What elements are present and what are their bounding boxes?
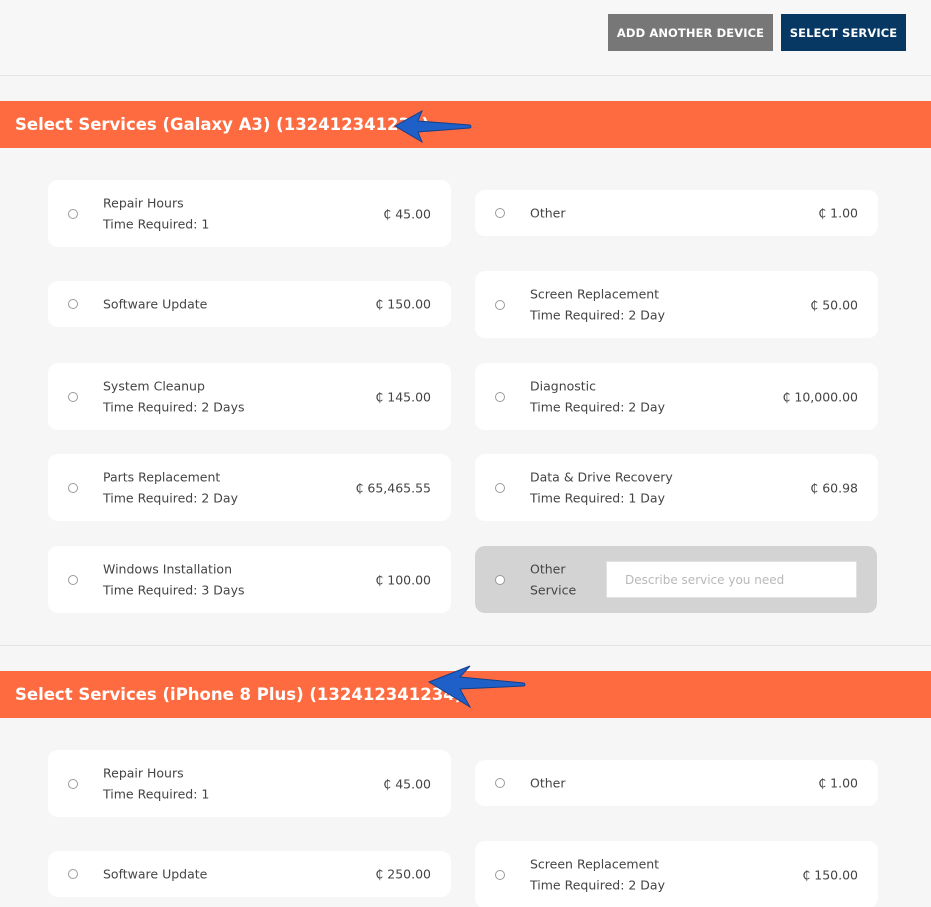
service-option-software-update[interactable]: Software Update ₵ 250.00 xyxy=(48,851,451,897)
service-name: Parts Replacement xyxy=(103,469,221,484)
service-time: Time Required: 2 Days xyxy=(103,399,245,415)
service-name: System Cleanup xyxy=(103,378,205,393)
radio-button[interactable] xyxy=(495,778,505,788)
service-option-other[interactable]: Other ₵ 1.00 xyxy=(475,190,878,236)
service-name: Software Update xyxy=(103,866,208,882)
radio-button[interactable] xyxy=(495,869,505,880)
service-option-other[interactable]: Other ₵ 1.00 xyxy=(475,760,878,806)
service-option-repair-hours[interactable]: Repair Hours Time Required: 1 ₵ 45.00 xyxy=(48,180,451,247)
service-name: Software Update xyxy=(103,296,208,312)
select-service-button[interactable]: SELECT SERVICE xyxy=(781,14,906,51)
service-time: Time Required: 2 Day xyxy=(530,307,665,323)
radio-button[interactable] xyxy=(495,208,505,218)
service-name: Other xyxy=(530,205,566,221)
add-another-device-button[interactable]: ADD ANOTHER DEVICE xyxy=(608,14,773,51)
service-option-software-update[interactable]: Software Update ₵ 150.00 xyxy=(48,281,451,327)
radio-button[interactable] xyxy=(68,869,78,879)
service-option-data-drive-recovery[interactable]: Data & Drive Recovery Time Required: 1 D… xyxy=(475,454,878,521)
radio-button[interactable] xyxy=(495,482,505,493)
service-time: Time Required: 2 Day xyxy=(103,490,238,506)
service-option-repair-hours[interactable]: Repair Hours Time Required: 1 ₵ 45.00 xyxy=(48,750,451,817)
service-time: Time Required: 1 Day xyxy=(530,490,665,506)
section-header-galaxy-a3: Select Services (Galaxy A3) (13241234123… xyxy=(0,101,931,148)
service-name: Diagnostic xyxy=(530,378,597,393)
service-price: ₵ 1.00 xyxy=(818,205,858,221)
service-option-windows-installation[interactable]: Windows Installation Time Required: 3 Da… xyxy=(48,546,451,613)
other-service-label-line2: Service xyxy=(530,582,577,598)
service-time: Time Required: 1 xyxy=(103,786,210,802)
radio-button[interactable] xyxy=(68,482,78,493)
service-name: Data & Drive Recovery xyxy=(530,469,673,484)
service-price: ₵ 250.00 xyxy=(375,866,431,882)
section-divider xyxy=(0,645,931,646)
service-option-screen-replacement[interactable]: Screen Replacement Time Required: 2 Day … xyxy=(475,271,878,338)
service-price: ₵ 150.00 xyxy=(802,867,858,882)
service-price: ₵ 45.00 xyxy=(383,206,431,221)
describe-service-input[interactable] xyxy=(606,561,857,598)
service-time: Time Required: 2 Day xyxy=(530,399,665,415)
section-body-iphone-8-plus: Repair Hours Time Required: 1 ₵ 45.00 Ot… xyxy=(0,718,931,907)
service-price: ₵ 150.00 xyxy=(375,296,431,312)
section-body-galaxy-a3: Repair Hours Time Required: 1 ₵ 45.00 Ot… xyxy=(0,148,931,645)
service-name: Repair Hours xyxy=(103,765,184,780)
service-price: ₵ 65,465.55 xyxy=(355,480,431,495)
section-title: Select Services (Galaxy A3) (13241234123… xyxy=(15,115,430,134)
annotation-arrow-icon xyxy=(427,665,526,709)
service-price: ₵ 145.00 xyxy=(375,389,431,404)
service-time: Time Required: 1 xyxy=(103,216,210,232)
service-price: ₵ 45.00 xyxy=(383,776,431,791)
radio-button[interactable] xyxy=(495,574,505,585)
radio-button[interactable] xyxy=(68,574,78,585)
annotation-arrow-icon xyxy=(393,109,472,144)
radio-button[interactable] xyxy=(68,778,78,789)
radio-button[interactable] xyxy=(495,299,505,310)
section-header-iphone-8-plus: Select Services (iPhone 8 Plus) (1324123… xyxy=(0,665,931,718)
service-price: ₵ 50.00 xyxy=(810,297,858,312)
other-service-label-line1: Other xyxy=(530,561,566,576)
service-name: Other xyxy=(530,775,566,791)
service-option-system-cleanup[interactable]: System Cleanup Time Required: 2 Days ₵ 1… xyxy=(48,363,451,430)
service-option-other-service[interactable]: Other Service xyxy=(475,546,877,613)
service-price: ₵ 10,000.00 xyxy=(782,389,858,404)
service-price: ₵ 100.00 xyxy=(375,572,431,587)
service-time: Time Required: 3 Days xyxy=(103,582,245,598)
service-price: ₵ 1.00 xyxy=(818,775,858,791)
section-title: Select Services (iPhone 8 Plus) (1324123… xyxy=(15,685,463,704)
service-name: Windows Installation xyxy=(103,561,233,576)
radio-button[interactable] xyxy=(495,391,505,402)
service-name: Screen Replacement xyxy=(530,286,660,301)
service-name: Screen Replacement xyxy=(530,856,660,871)
radio-button[interactable] xyxy=(68,299,78,309)
service-option-parts-replacement[interactable]: Parts Replacement Time Required: 2 Day ₵… xyxy=(48,454,451,521)
service-option-screen-replacement[interactable]: Screen Replacement Time Required: 2 Day … xyxy=(475,841,878,907)
service-name: Repair Hours xyxy=(103,195,184,210)
top-toolbar: ADD ANOTHER DEVICE SELECT SERVICE xyxy=(0,0,931,76)
service-time: Time Required: 2 Day xyxy=(530,877,665,893)
service-price: ₵ 60.98 xyxy=(810,480,858,495)
service-option-diagnostic[interactable]: Diagnostic Time Required: 2 Day ₵ 10,000… xyxy=(475,363,878,430)
radio-button[interactable] xyxy=(68,208,78,219)
radio-button[interactable] xyxy=(68,391,78,402)
